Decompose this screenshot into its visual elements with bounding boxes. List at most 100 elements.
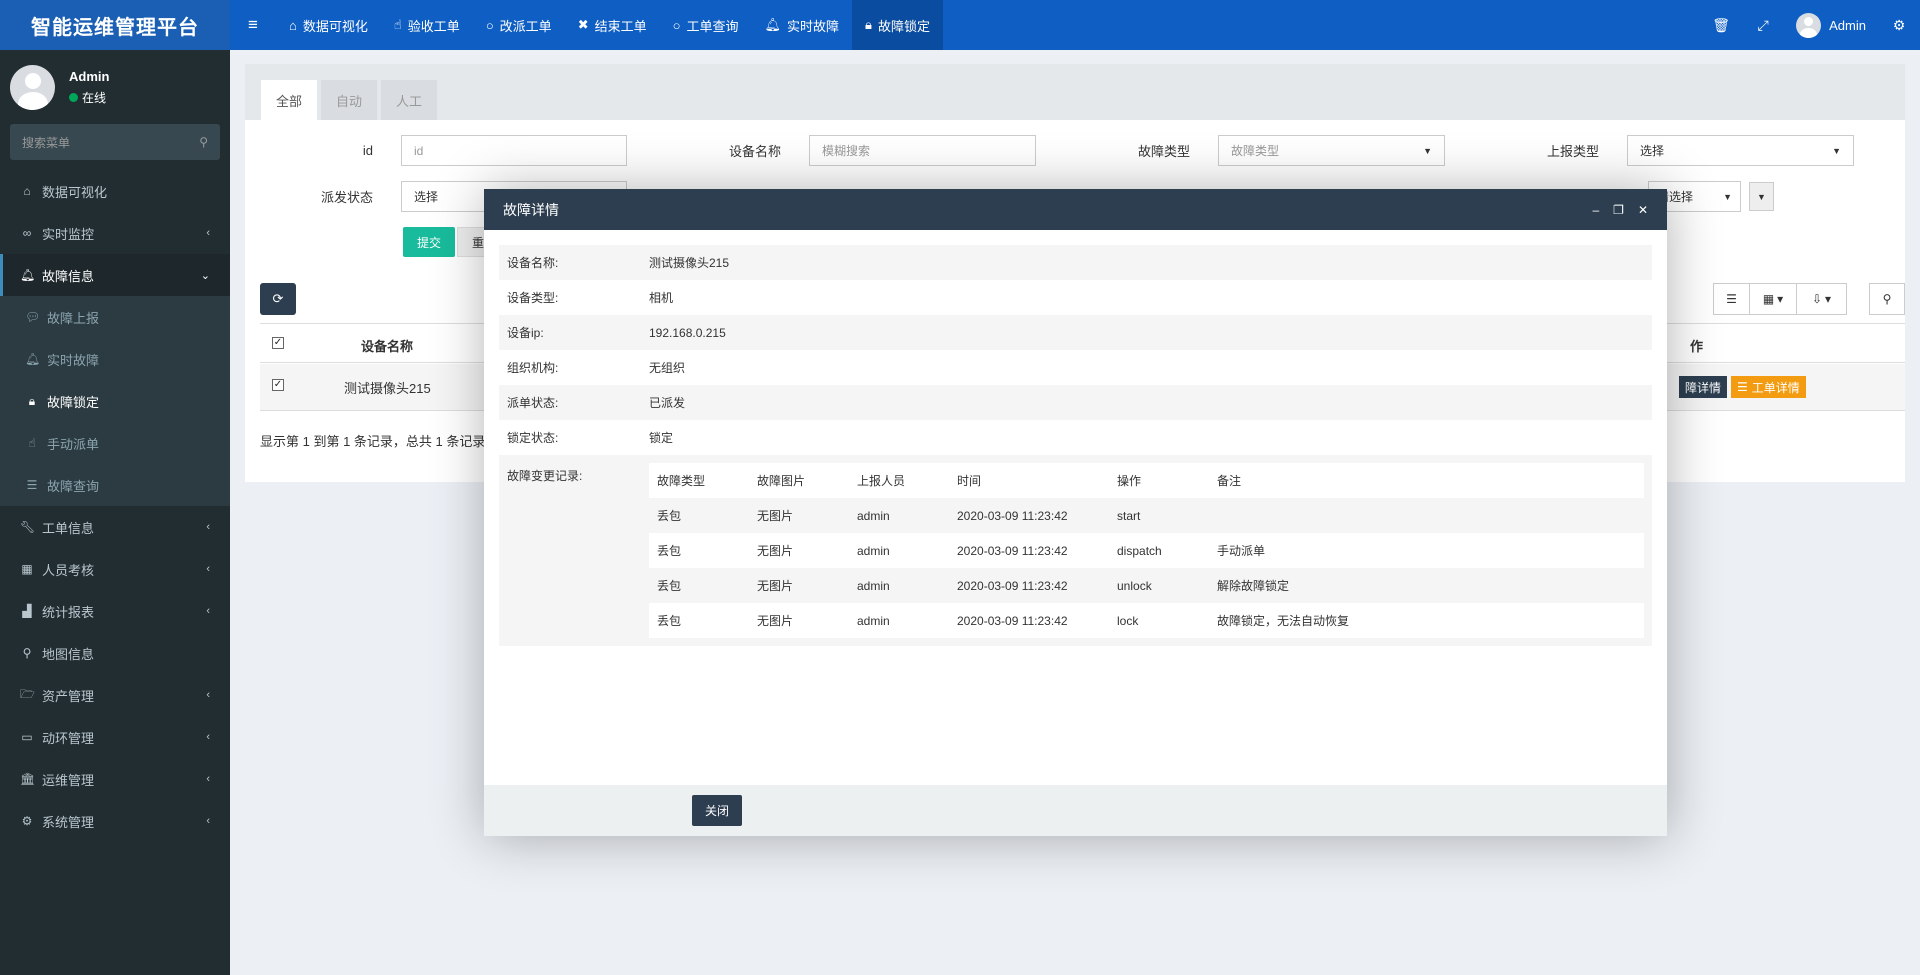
row-checkbox[interactable]: ✓ xyxy=(272,379,284,391)
sidebar-item-fault-lock[interactable]: 🔒︎ 故障锁定 xyxy=(0,380,230,422)
nav-item-fault-lock[interactable]: 🔒︎ 故障锁定 xyxy=(852,0,943,50)
grid-icon: ▦ xyxy=(1762,292,1775,306)
trash-icon[interactable]: 🗑︎ xyxy=(1700,0,1742,50)
fault-type-label: 故障类型 xyxy=(1137,144,1190,159)
tab-bar: 全部 自动 人工 xyxy=(245,64,1905,120)
nav-item-realtime-fault[interactable]: 🔔︎ 实时故障 xyxy=(751,0,852,50)
change-log: 故障变更记录: 故障类型 故障图片 上报人员 时间 操作 备注 丢包 无图片 a… xyxy=(499,455,1652,646)
log-row: 丢包 无图片 admin 2020-03-09 11:23:42 start xyxy=(649,498,1644,533)
log-row: 丢包 无图片 admin 2020-03-09 11:23:42 dispatc… xyxy=(649,533,1644,568)
sidebar-item-map[interactable]: ⚲ 地图信息 xyxy=(0,632,230,674)
caret-down-icon: ▾ xyxy=(1825,292,1832,306)
maximize-icon[interactable]: ❐ xyxy=(1613,203,1624,217)
chevron-left-icon: ‹ xyxy=(206,773,210,785)
folder-open-icon: 🗁︎ xyxy=(20,686,35,701)
monitor-icon: ▭ xyxy=(21,730,33,744)
list-icon: ☰ xyxy=(1737,380,1748,394)
sidebar-item-order-info[interactable]: 🔧︎ 工单信息 ‹ xyxy=(0,506,230,548)
user-panel: Admin 在线 xyxy=(0,50,230,124)
toggle-view-button[interactable]: ☰ xyxy=(1713,283,1750,315)
comment-icon: 💬︎ xyxy=(25,310,41,324)
sidebar-item-fault-report[interactable]: 💬︎ 故障上报 xyxy=(0,296,230,338)
sidebar-item-staff-assessment[interactable]: ▦ 人员考核 ‹ xyxy=(0,548,230,590)
wrench-icon: 🔧︎ xyxy=(20,520,36,534)
log-row: 丢包 无图片 admin 2020-03-09 11:23:42 lock 故障… xyxy=(649,603,1644,638)
chevron-left-icon: ‹ xyxy=(206,227,210,239)
nav-item-accept-order[interactable]: ☝ 验收工单 xyxy=(381,0,473,50)
sidebar-item-realtime-fault[interactable]: 🔔︎ 实时故障 xyxy=(0,338,230,380)
bell-icon: 🔔︎ xyxy=(764,17,781,32)
chevron-left-icon: ‹ xyxy=(206,731,210,743)
columns-button[interactable]: ▦ ▾ xyxy=(1749,283,1797,315)
chevron-left-icon: ‹ xyxy=(206,563,210,575)
fault-detail-button[interactable]: 障详情 xyxy=(1679,376,1728,398)
sidebar-user-name: Admin xyxy=(69,68,110,84)
modal-body: 设备名称: 测试摄像头215 设备类型: 相机 设备ip: 192.168.0.215… xyxy=(499,245,1652,646)
modal-controls: – ❐ ✕ xyxy=(1592,203,1648,217)
sidebar-item-monitor[interactable]: ∞ 实时监控 ‹ xyxy=(0,212,230,254)
sidebar-item-statistics[interactable]: ▟ 统计报表 ‹ xyxy=(0,590,230,632)
sidebar-item-assets[interactable]: 🗁︎ 资产管理 ‹ xyxy=(0,674,230,716)
extra-dropdown-button[interactable]: ▼ xyxy=(1749,182,1774,211)
list-icon: ☰ xyxy=(26,478,38,492)
nav-item-reassign-order[interactable]: ○ 改派工单 xyxy=(473,0,565,50)
sidebar-item-data-visual[interactable]: ⌂ 数据可视化 xyxy=(0,170,230,212)
id-input[interactable]: id xyxy=(401,135,627,166)
home-icon: ⌂ xyxy=(289,17,297,33)
close-icon[interactable]: ✕ xyxy=(1638,203,1648,217)
submit-button[interactable]: 提交 xyxy=(403,227,456,257)
export-button[interactable]: ⇩ ▾ xyxy=(1796,283,1847,315)
tab-manual[interactable]: 人工 xyxy=(381,80,438,120)
detail-row: 设备类型: 相机 xyxy=(507,291,674,305)
map-marker-icon: ⚲ xyxy=(22,646,32,660)
list-icon: ☰ xyxy=(1726,292,1737,306)
gears-icon[interactable]: ⚙ xyxy=(1878,0,1920,50)
table-icon: ▦ xyxy=(21,562,33,576)
sidebar-item-ops[interactable]: 🏛︎ 运维管理 ‹ xyxy=(0,758,230,800)
report-type-select[interactable]: 选择 ▼ xyxy=(1627,135,1854,166)
tab-auto[interactable]: 自动 xyxy=(321,80,378,120)
pagination-info: 显示第 1 到第 1 条记录，总共 1 条记录 xyxy=(260,434,486,449)
chevron-left-icon: ‹ xyxy=(206,815,210,827)
user-menu[interactable]: Admin xyxy=(1784,12,1878,38)
select-all-checkbox[interactable]: ✓ xyxy=(272,337,284,349)
home-icon: ⌂ xyxy=(23,184,31,198)
brand-title[interactable]: 智能运维管理平台 xyxy=(0,0,230,50)
sidebar-item-system[interactable]: ⚙ 系统管理 ‹ xyxy=(0,800,230,842)
order-detail-button[interactable]: ☰ 工单详情 xyxy=(1731,376,1806,398)
circle-icon: ○ xyxy=(672,17,681,33)
refresh-button[interactable]: ⟳ xyxy=(260,283,296,315)
avatar xyxy=(1796,12,1822,38)
sidebar-search-input[interactable]: 搜索菜单 ⚲ xyxy=(10,124,220,160)
search-icon[interactable]: ⚲ xyxy=(199,135,208,149)
th-action: 作 xyxy=(1690,339,1704,354)
bell-icon: 🔔︎ xyxy=(20,268,36,282)
tab-all[interactable]: 全部 xyxy=(261,80,318,120)
detail-list: 设备名称: 测试摄像头215 设备类型: 相机 设备ip: 192.168.0.215… xyxy=(499,245,1652,455)
caret-down-icon: ▾ xyxy=(1777,292,1784,306)
gears-icon: ⚙ xyxy=(21,814,33,828)
refresh-icon: ⟳ xyxy=(272,291,284,306)
sidebar-item-fault-query[interactable]: ☰ 故障查询 xyxy=(0,464,230,506)
menu-toggle-icon[interactable]: ≡ xyxy=(230,0,276,50)
modal-footer: 关闭 xyxy=(484,785,1667,836)
sidebar: Admin 在线 搜索菜单 ⚲ ⌂ 数据可视化 ∞ 实时监控 ‹ 🔔︎ 故障信息 ⌄ 💬︎… xyxy=(0,50,230,975)
avatar xyxy=(10,64,55,110)
table-search-button[interactable]: ⚲ xyxy=(1869,283,1905,315)
minimize-icon[interactable]: – xyxy=(1592,203,1599,217)
device-name-input[interactable]: 模糊搜索 xyxy=(809,135,1036,166)
search-icon: ⚲ xyxy=(1882,292,1892,306)
detail-row: 设备名称: 测试摄像头215 xyxy=(499,245,1652,280)
close-button[interactable]: 关闭 xyxy=(692,795,743,826)
nav-item-data-visual[interactable]: ⌂ 数据可视化 xyxy=(276,0,381,50)
sidebar-item-environment[interactable]: ▭ 动环管理 ‹ xyxy=(0,716,230,758)
nav-item-end-order[interactable]: ✖ 结束工单 xyxy=(565,0,660,50)
download-icon: ⇩ xyxy=(1811,292,1823,306)
nav-item-order-query[interactable]: ○ 工单查询 xyxy=(660,0,752,50)
dispatch-status-label: 派发状态 xyxy=(320,190,373,205)
fault-type-select[interactable]: 故障类型 ▼ xyxy=(1218,135,1445,166)
sidebar-item-manual-dispatch[interactable]: ☝ 手动派单 xyxy=(0,422,230,464)
fullscreen-icon[interactable]: ⤢ xyxy=(1742,0,1784,50)
chart-icon: ▟ xyxy=(22,604,32,618)
sidebar-item-fault-info[interactable]: 🔔︎ 故障信息 ⌄ xyxy=(0,254,230,296)
